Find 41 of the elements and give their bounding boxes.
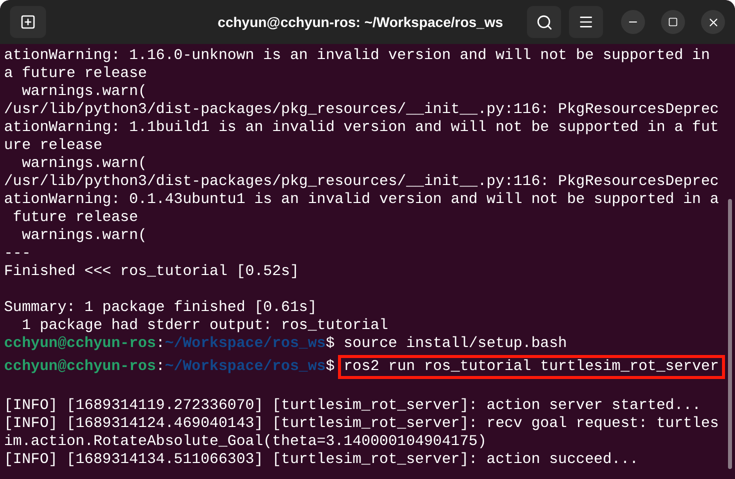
prompt-dollar: $ bbox=[326, 335, 335, 353]
prompt-user: cchyun@cchyun-ros bbox=[4, 335, 156, 353]
terminal-line: a future release bbox=[4, 65, 148, 83]
scrollbar[interactable] bbox=[728, 199, 732, 469]
terminal-line: [INFO] [1689314134.511066303] [turtlesim_rot_server]: action succeed... bbox=[4, 451, 640, 469]
terminal-line: Summary: 1 package finished [0.61s] bbox=[4, 299, 318, 317]
prompt-path: ~/Workspace/ros_ws bbox=[164, 358, 326, 376]
window-title: cchyun@cchyun-ros: ~/Workspace/ros_ws bbox=[218, 12, 503, 32]
terminal-line: future release bbox=[12, 209, 140, 227]
menu-button[interactable] bbox=[569, 6, 603, 38]
prompt-dollar: $ bbox=[326, 358, 335, 376]
new-tab-button[interactable] bbox=[10, 6, 46, 38]
search-button[interactable] bbox=[527, 6, 561, 38]
terminal-line: warnings.warn( bbox=[20, 155, 148, 173]
menu-icon bbox=[578, 14, 594, 30]
terminal-line: ationWarning: 1.1build1 is an invalid version and will not be supported in a fut bbox=[4, 119, 720, 137]
close-icon bbox=[706, 16, 720, 28]
terminal-line: [INFO] [1689314119.272336070] [turtlesim_rot_server]: action server started... bbox=[4, 397, 702, 415]
terminal-line: 1 package had stderr output: ros_tutorial bbox=[20, 317, 390, 335]
terminal-line: ure release bbox=[4, 137, 104, 155]
terminal-line: ationWarning: 1.16.0-unknown is an invalid version and will not be supported in bbox=[4, 47, 711, 65]
prompt-colon: : bbox=[156, 335, 165, 353]
terminal-line: ationWarning: 0.1.43ubuntu1 is an invalid version and will not be supported in a bbox=[4, 191, 720, 209]
prompt-user: cchyun@cchyun-ros bbox=[4, 358, 156, 376]
terminal-line: --- bbox=[4, 245, 32, 263]
close-button[interactable] bbox=[701, 10, 725, 34]
prompt-path: ~/Workspace/ros_ws bbox=[164, 335, 326, 353]
terminal-line: warnings.warn( bbox=[20, 83, 148, 101]
command-text: ros2 run ros_tutorial turtlesim_rot_server bbox=[338, 355, 725, 379]
terminal-line: [INFO] [1689314124.469040143] [turtlesim_rot_server]: recv goal request: turtles bbox=[4, 415, 720, 433]
command-text: source install/setup.bash bbox=[344, 335, 567, 353]
terminal-line: /usr/lib/python3/dist-packages/pkg_resources/__init__.py:116: PkgResourcesDeprec bbox=[4, 173, 720, 191]
prompt-colon: : bbox=[156, 358, 165, 376]
terminal-line: warnings.warn( bbox=[20, 227, 148, 245]
terminal-line: Finished <<< ros_tutorial [0.52s] bbox=[4, 263, 300, 281]
maximize-button[interactable] bbox=[661, 10, 685, 34]
search-icon bbox=[536, 14, 552, 30]
terminal-line: im.action.RotateAbsolute_Goal(theta=3.140000104904175) bbox=[4, 433, 488, 451]
terminal-line: /usr/lib/python3/dist-packages/pkg_resources/__init__.py:116: PkgResourcesDeprec bbox=[4, 101, 720, 119]
new-tab-icon bbox=[20, 14, 36, 30]
maximize-icon bbox=[668, 17, 678, 27]
